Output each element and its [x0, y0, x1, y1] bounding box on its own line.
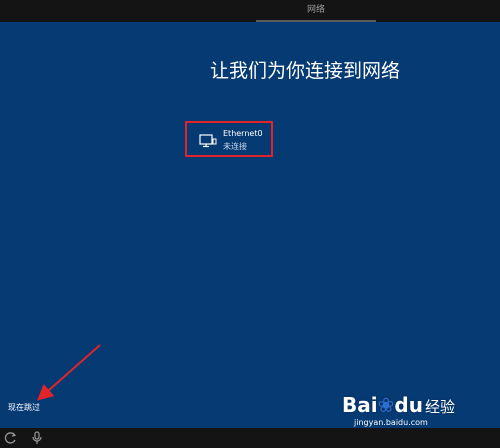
network-status: 未连接: [223, 142, 247, 151]
watermark-logo: Bai❀du 经验: [342, 393, 455, 417]
baidu-jingyan-watermark: Bai❀du 经验 jingyan.baidu.com: [342, 389, 492, 429]
microphone-icon[interactable]: [30, 431, 44, 445]
ease-of-access-icon[interactable]: [4, 431, 18, 445]
network-name: Ethernet0: [223, 129, 263, 138]
ethernet-icon: [199, 134, 217, 148]
bottom-bar: [0, 428, 500, 448]
network-item-ethernet0[interactable]: Ethernet0 未连接: [185, 121, 273, 157]
skip-link[interactable]: 现在跳过: [8, 402, 40, 413]
top-bar: 网络: [0, 0, 500, 22]
topbar-title: 网络: [306, 5, 325, 15]
page-title: 让我们为你连接到网络: [209, 60, 400, 82]
watermark-url: jingyan.baidu.com: [354, 418, 428, 427]
paw-icon: ❀: [377, 393, 395, 417]
